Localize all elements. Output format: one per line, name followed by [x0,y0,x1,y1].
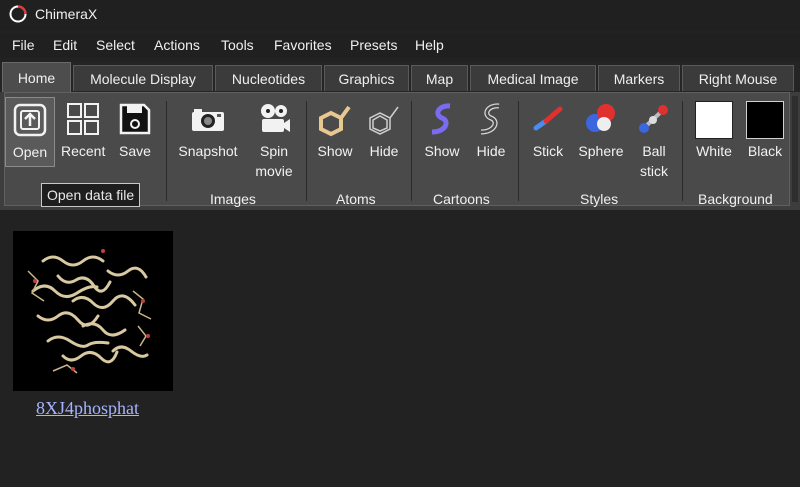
menu-actions[interactable]: Actions [154,37,200,53]
white-swatch-icon [695,101,733,139]
menu-edit[interactable]: Edit [53,37,77,53]
movie-camera-icon [261,104,290,132]
recent-label: Recent [61,143,106,159]
open-tooltip: Open data file [41,183,141,207]
group-separator [411,101,412,201]
white-background-button[interactable]: White [691,101,737,161]
hide-atoms-label: Hide [369,143,399,159]
spin-movie-button[interactable]: Spin movie [250,101,298,181]
snapshot-label: Snapshot [178,143,238,159]
ball-and-stick-icon [639,105,668,133]
ball-stick-label-2: stick [640,163,668,179]
open-label: Open [12,144,48,160]
atoms-group-label: Atoms [336,191,376,207]
background-group-label: Background [698,191,773,207]
menu-presets[interactable]: Presets [350,37,397,53]
tab-medical-image[interactable]: Medical Image [470,65,596,91]
protein-structure-thumbnail [13,231,173,391]
sphere-button[interactable]: Sphere [575,101,627,161]
recent-file-thumbnail[interactable] [13,231,173,391]
recent-grid-icon [67,103,99,135]
toolbar-tabs: Home Molecule Display Nucleotides Graphi… [0,62,800,92]
menu-bar: File Edit Select Actions Tools Favorites… [0,34,800,58]
open-file-icon [13,103,47,137]
recent-button[interactable]: Recent [61,101,105,161]
camera-icon [192,109,224,131]
open-button[interactable]: Open [5,97,55,167]
show-cartoons-label: Show [424,143,460,159]
atoms-show-icon [319,105,351,137]
menu-select[interactable]: Select [96,37,135,53]
hide-cartoons-button[interactable]: Hide [471,101,511,161]
ball-stick-label-1: Ball [642,143,666,159]
hide-atoms-button[interactable]: Hide [365,101,403,161]
cartoon-outline-icon [480,103,500,135]
save-button[interactable]: Save [115,101,155,161]
tab-map[interactable]: Map [411,65,468,91]
menu-favorites[interactable]: Favorites [274,37,332,53]
tab-right-mouse[interactable]: Right Mouse [682,65,794,91]
recent-file-link[interactable]: 8XJ4phosphat [36,398,139,419]
black-label: Black [747,143,783,159]
atoms-hide-icon [369,106,399,135]
group-separator [306,101,307,201]
ball-stick-button[interactable]: Ball stick [635,101,673,181]
snapshot-button[interactable]: Snapshot [175,101,241,161]
styles-group-label: Styles [580,191,619,207]
sphere-style-icon [586,104,615,132]
save-label: Save [119,143,151,159]
group-separator [166,101,167,201]
group-separator [518,101,519,201]
stick-style-icon [533,106,563,131]
spin-movie-label-1: Spin [259,143,289,159]
show-cartoons-button[interactable]: Show [420,101,464,161]
black-swatch-icon [746,101,784,139]
save-disk-icon [119,103,151,135]
cartoon-ribbon-icon [431,103,451,135]
ribbon-scroll[interactable] [792,96,798,202]
tab-graphics[interactable]: Graphics [324,65,409,91]
chimerax-logo-icon [9,5,27,23]
tab-markers[interactable]: Markers [598,65,680,91]
white-label: White [696,143,732,159]
window-title: ChimeraX [35,6,98,22]
group-separator [682,101,683,201]
menu-help[interactable]: Help [415,37,444,53]
show-atoms-label: Show [317,143,353,159]
images-group-label: Images [210,191,256,207]
tab-home[interactable]: Home [2,62,71,92]
cartoons-group-label: Cartoons [433,191,490,207]
sphere-label: Sphere [578,143,624,159]
tab-nucleotides[interactable]: Nucleotides [215,65,322,91]
menu-file[interactable]: File [12,37,35,53]
tab-molecule-display[interactable]: Molecule Display [73,65,213,91]
menu-tools[interactable]: Tools [221,37,254,53]
stick-button[interactable]: Stick [528,101,568,161]
black-background-button[interactable]: Black [743,101,787,161]
title-bar: ChimeraX [0,0,800,30]
spin-movie-label-2: movie [255,163,293,179]
stick-label: Stick [532,143,564,159]
hide-cartoons-label: Hide [476,143,506,159]
show-atoms-button[interactable]: Show [315,101,355,161]
